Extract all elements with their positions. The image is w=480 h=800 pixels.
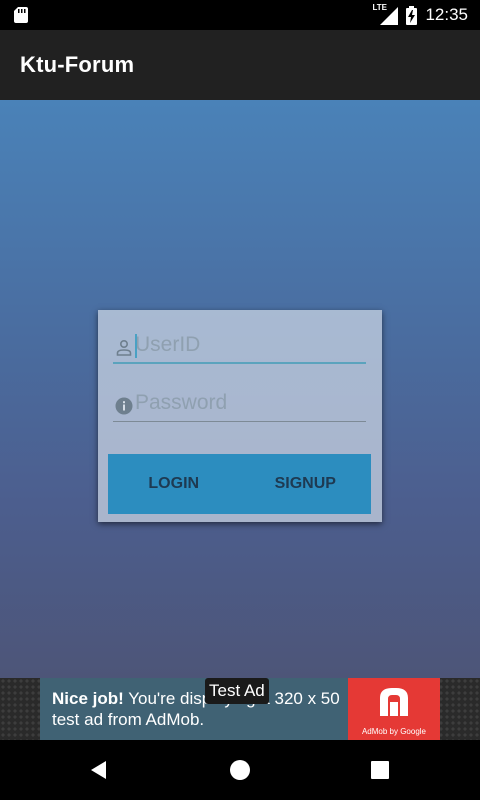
button-bar: LOGIN SIGNUP (108, 454, 371, 514)
lte-signal-icon: LTE (372, 3, 399, 25)
login-card: LOGIN SIGNUP (98, 310, 382, 522)
recents-icon[interactable] (369, 759, 391, 781)
test-ad-badge: Test Ad (205, 678, 269, 704)
text-cursor (135, 334, 137, 358)
app-bar: Ktu-Forum (0, 30, 480, 100)
userid-input[interactable] (135, 330, 363, 360)
navigation-bar (0, 740, 480, 800)
person-icon (116, 339, 132, 356)
password-input[interactable] (135, 388, 363, 418)
password-field (113, 388, 366, 422)
status-bar: LTE 12:35 (0, 0, 480, 30)
userid-underline (113, 362, 366, 364)
app-title: Ktu-Forum (20, 52, 135, 77)
home-icon[interactable] (229, 759, 251, 781)
login-screen: LOGIN SIGNUP (0, 100, 480, 678)
password-underline (113, 421, 366, 422)
battery-charging-icon (406, 5, 418, 25)
ad-text: Nice job! You're displaying a 320 x 50 t… (52, 688, 342, 730)
ad-headline: Nice job! (52, 689, 124, 708)
info-icon (115, 397, 133, 415)
back-icon[interactable] (88, 759, 110, 781)
admob-logo[interactable]: AdMob by Google (348, 678, 440, 740)
userid-field (113, 330, 366, 364)
admob-caption: AdMob by Google (361, 727, 427, 736)
status-time: 12:35 (425, 5, 468, 24)
login-button[interactable]: LOGIN (108, 454, 240, 514)
sd-card-icon (14, 7, 28, 23)
admob-icon (380, 688, 408, 716)
signup-button[interactable]: SIGNUP (240, 454, 372, 514)
